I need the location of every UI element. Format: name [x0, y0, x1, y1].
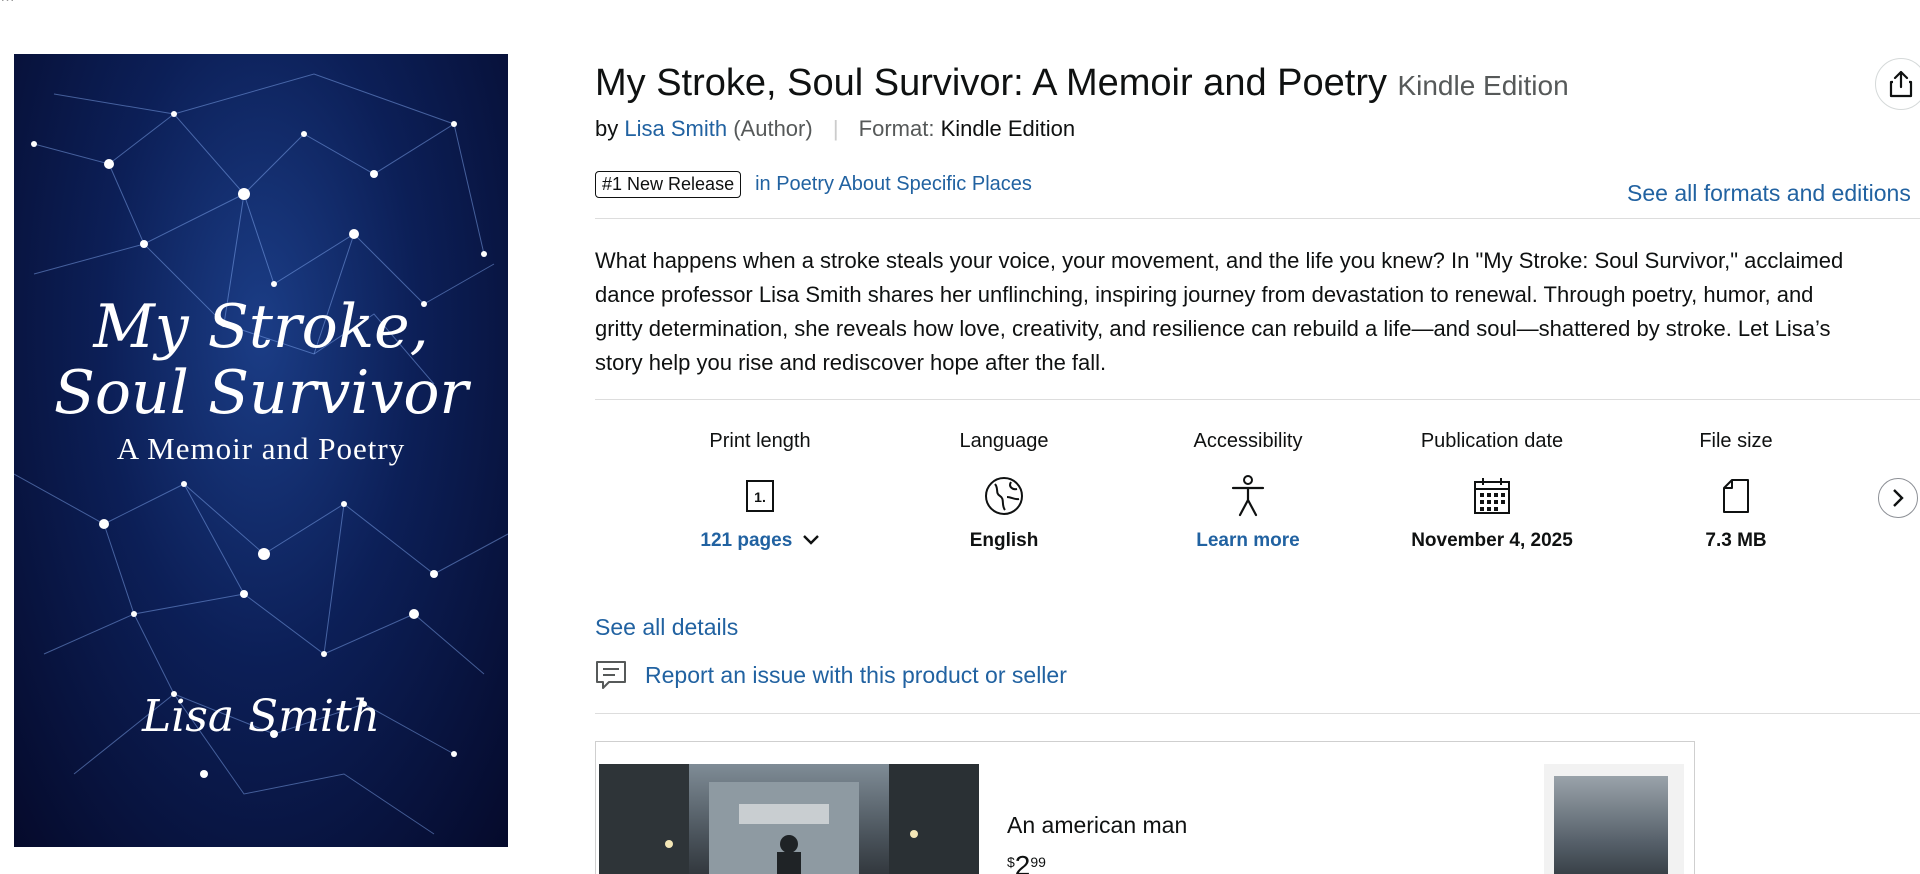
share-icon — [1889, 70, 1913, 98]
price-symbol: $ — [1007, 854, 1015, 870]
carousel-next-button[interactable] — [1878, 478, 1918, 518]
calendar-icon — [1474, 478, 1510, 514]
ad-book-thumbnail[interactable] — [1544, 764, 1684, 874]
detail-publication-date: Publication date November 4, 2025 — [1382, 430, 1602, 552]
book-cover-image[interactable]: My Stroke, Soul Survivor A Memoir and Po… — [14, 54, 508, 847]
price-fraction: 99 — [1030, 854, 1046, 870]
price-whole: 2 — [1014, 850, 1031, 874]
new-release-badge[interactable]: #1 New Release — [595, 170, 742, 198]
product-info: My Stroke, Soul Survivor: A Memoir and P… — [595, 0, 1920, 874]
city-street-image — [599, 764, 979, 874]
chevron-right-icon — [1893, 489, 1904, 507]
see-all-formats-link[interactable]: See all formats and editions — [1627, 180, 1911, 207]
feedback-icon — [596, 661, 626, 689]
product-edition: Kindle Edition — [1397, 70, 1569, 101]
accessibility-icon — [1231, 475, 1265, 517]
bestseller-badge-row: #1 New Release in Poetry About Specific … — [595, 168, 1032, 200]
language-value: English — [969, 530, 1039, 551]
cover-title-line-1: My Stroke, — [93, 292, 429, 362]
see-all-details-link[interactable]: See all details — [595, 614, 738, 641]
detail-language: Language English — [894, 430, 1114, 552]
cover-author: Lisa Smith — [141, 691, 381, 742]
ad-title[interactable]: An american man — [1007, 812, 1187, 839]
detail-accessibility: Accessibility Learn more — [1138, 430, 1358, 552]
format-value: Kindle Edition — [940, 116, 1076, 141]
file-icon — [1723, 479, 1749, 513]
share-button[interactable] — [1875, 58, 1920, 110]
product-description: What happens when a stroke steals your v… — [595, 248, 1844, 375]
cover-subtitle: A Memoir and Poetry — [116, 431, 406, 466]
cover-title-line-2: Soul Survivor — [53, 358, 469, 428]
svg-text:1.: 1. — [754, 489, 766, 505]
detail-file-size: File size 7.3 MB — [1626, 430, 1846, 552]
byline: by Lisa Smith (Author) | Format: Kindle … — [595, 116, 1075, 142]
divider — [595, 713, 1920, 714]
ad-book-cover — [1554, 776, 1668, 874]
by-prefix: by — [595, 116, 619, 141]
detail-label: Publication date — [1420, 430, 1564, 452]
format-label: Format: — [858, 116, 935, 141]
page-count-icon: 1. — [746, 480, 774, 512]
globe-icon — [985, 477, 1023, 515]
print-length-value: 121 pages — [700, 530, 793, 551]
product-title: My Stroke, Soul Survivor: A Memoir and P… — [595, 62, 1387, 104]
report-issue-text: Report an issue with this product or sel… — [645, 661, 1067, 688]
author-role: (Author) — [733, 116, 813, 141]
badge-category-link[interactable]: in Poetry About Specific Places — [755, 173, 1032, 196]
detail-print-length: Print length 1. 121 pages — [650, 430, 870, 552]
product-title-row: My Stroke, Soul Survivor: A Memoir and P… — [595, 62, 1569, 105]
detail-value-link[interactable]: 121 pages — [650, 530, 870, 552]
byline-divider: | — [832, 116, 839, 141]
detail-label: Print length — [709, 430, 811, 452]
ad-banner-image[interactable] — [599, 764, 979, 874]
divider — [595, 399, 1920, 400]
sponsored-ad[interactable]: An american man $299 — [595, 741, 1695, 874]
author-link[interactable]: Lisa Smith — [624, 116, 727, 141]
detail-label: Accessibility — [1193, 430, 1303, 452]
accessibility-learn-more-link[interactable]: Learn more — [1138, 530, 1358, 552]
product-details-carousel: Print length 1. 121 pages Language Engli… — [595, 430, 1920, 580]
report-issue-link[interactable]: Report an issue with this product or sel… — [595, 660, 1067, 690]
file-size-value: 7.3 MB — [1705, 530, 1767, 551]
publication-date-value: November 4, 2025 — [1411, 530, 1573, 551]
divider — [595, 218, 1920, 219]
detail-label: Language — [959, 430, 1049, 452]
ad-price: $299 — [1007, 850, 1046, 874]
detail-label: File size — [1699, 430, 1773, 452]
chevron-down-icon — [802, 535, 819, 545]
